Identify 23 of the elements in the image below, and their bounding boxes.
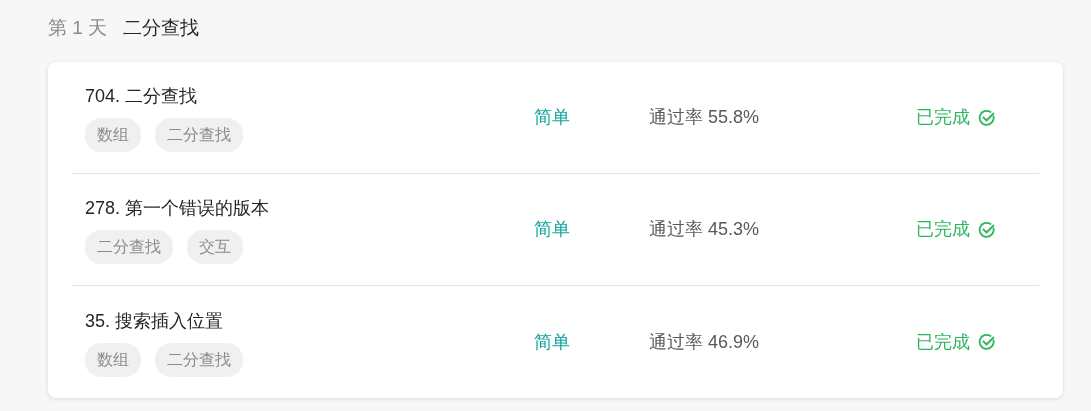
pass-rate: 通过率 55.8%	[649, 107, 760, 127]
check-circle-icon	[978, 220, 996, 239]
topic-tag[interactable]: 二分查找	[155, 118, 243, 152]
status-label: 已完成	[916, 330, 970, 354]
topic-tag[interactable]: 二分查找	[85, 230, 173, 264]
problem-title[interactable]: 704. 二分查找	[85, 83, 198, 110]
topic-tag[interactable]: 二分查找	[155, 342, 243, 377]
topic-tag[interactable]: 交互	[187, 230, 243, 264]
day-title: 二分查找	[123, 15, 200, 40]
topic-tag[interactable]: 数组	[85, 342, 141, 377]
problem-title[interactable]: 278. 第一个错误的版本	[85, 195, 270, 222]
difficulty-label: 简单	[534, 331, 570, 352]
pass-rate: 通过率 46.9%	[649, 331, 760, 352]
check-circle-icon	[978, 108, 996, 127]
pass-rate: 通过率 45.3%	[649, 219, 760, 239]
status-label: 已完成	[916, 106, 970, 129]
day-label: 第 1 天	[48, 15, 108, 40]
status-label: 已完成	[916, 218, 970, 241]
difficulty-label: 简单	[534, 219, 570, 239]
difficulty-label: 简单	[534, 107, 570, 127]
problem-title[interactable]: 35. 搜索插入位置	[85, 307, 224, 335]
topic-tag[interactable]: 数组	[85, 118, 141, 152]
check-circle-icon	[978, 333, 996, 351]
